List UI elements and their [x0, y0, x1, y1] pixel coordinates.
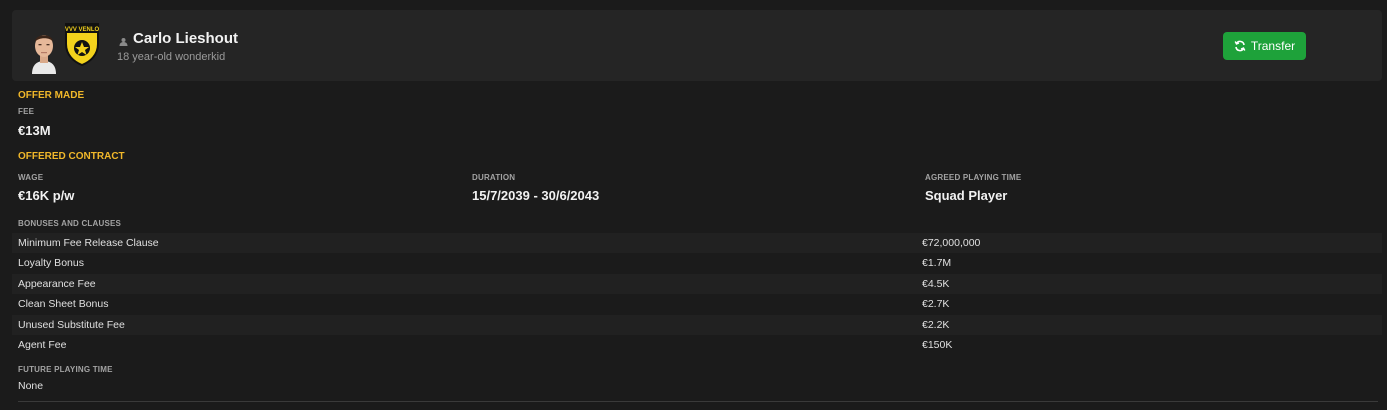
offered-contract-title: OFFERED CONTRACT [18, 151, 125, 162]
offer-made-title: OFFER MADE [18, 90, 85, 101]
bonuses-table: Minimum Fee Release Clause €72,000,000 L… [12, 233, 1382, 355]
transfer-button[interactable]: Transfer [1223, 32, 1306, 60]
bonus-name: Clean Sheet Bonus [18, 298, 109, 311]
bonus-name: Appearance Fee [18, 277, 96, 290]
table-row: Agent Fee €150K [12, 335, 1382, 355]
transfer-button-label: Transfer [1250, 39, 1296, 53]
refresh-icon [1234, 40, 1246, 52]
wage-label: WAGE [18, 173, 44, 182]
table-row: Loyalty Bonus €1.7M [12, 253, 1382, 273]
fee-value: €13M [18, 123, 51, 138]
future-playing-time-value: None [18, 380, 44, 392]
table-row: Clean Sheet Bonus €2.7K [12, 294, 1382, 314]
table-row: Minimum Fee Release Clause €72,000,000 [12, 233, 1382, 254]
duration-value: 15/7/2039 - 30/6/2043 [472, 188, 600, 203]
table-row: Unused Substitute Fee €2.2K [12, 314, 1382, 335]
bonuses-label: BONUSES AND CLAUSES [18, 219, 122, 228]
bonus-amount: €2.7K [922, 298, 950, 311]
fee-label: FEE [18, 107, 35, 116]
bonus-amount: €1.7M [922, 257, 952, 270]
bonus-amount: €72,000,000 [922, 237, 981, 249]
person-icon [119, 33, 128, 46]
bonus-name: Unused Substitute Fee [18, 318, 125, 331]
club-logo-text: VVV VENLO [65, 27, 100, 33]
player-avatar[interactable] [26, 24, 62, 74]
player-description: 18 year-old wonderkid [117, 51, 226, 63]
bonus-amount: €4.5K [922, 277, 950, 290]
bonus-amount: €150K [922, 338, 953, 351]
bonus-name: Loyalty Bonus [18, 257, 84, 270]
player-name[interactable]: Carlo Lieshout [133, 30, 238, 47]
table-row: Appearance Fee €4.5K [12, 273, 1382, 295]
transfer-offer-panel: VVV VENLO Carlo Lieshout 18 year-old won… [0, 0, 1387, 410]
divider [18, 401, 1378, 402]
bonus-amount: €2.2K [922, 318, 950, 331]
duration-label: DURATION [472, 173, 516, 182]
bonus-name: Minimum Fee Release Clause [18, 237, 159, 249]
playing-time-label: AGREED PLAYING TIME [925, 173, 1022, 182]
player-header: VVV VENLO Carlo Lieshout 18 year-old won… [12, 10, 1382, 81]
bonus-name: Agent Fee [18, 338, 67, 351]
club-logo[interactable]: VVV VENLO [64, 22, 100, 67]
wage-value: €16K p/w [18, 188, 75, 203]
future-playing-time-label: FUTURE PLAYING TIME [18, 365, 113, 374]
playing-time-value: Squad Player [925, 188, 1008, 203]
